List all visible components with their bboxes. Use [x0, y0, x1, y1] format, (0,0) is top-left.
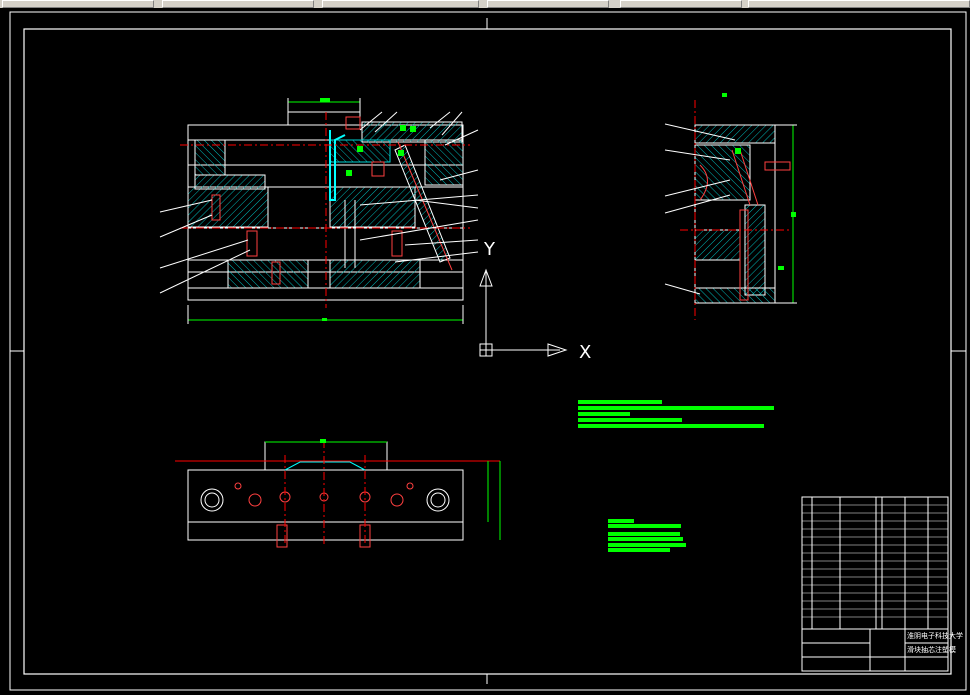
- ucs-y-label: Y: [483, 239, 496, 260]
- top-view[interactable]: [175, 439, 501, 548]
- main-section-view[interactable]: [159, 98, 479, 324]
- toolbar-segment-1[interactable]: [2, 0, 154, 8]
- side-section-view[interactable]: [664, 93, 797, 320]
- ucs-x-label: X: [579, 342, 591, 363]
- toolbar-segment-5[interactable]: [620, 0, 742, 8]
- technical-notes: [578, 400, 774, 428]
- title-block-school: 淮阴电子科技大学: [907, 631, 963, 640]
- parts-list-rows: [802, 504, 948, 618]
- technical-requirements: [608, 519, 686, 552]
- drawing-border: [9, 11, 967, 691]
- cad-drawing: X Y 淮阴电子科技大学 滑块抽芯注塑模: [9, 11, 967, 691]
- toolbar-segment-3[interactable]: [322, 0, 479, 8]
- title-block-drawing-name: 滑块抽芯注塑模: [907, 645, 956, 654]
- toolbar-segment-4[interactable]: [487, 0, 609, 8]
- ucs-icon: [479, 268, 568, 357]
- toolbar-segment-6[interactable]: [748, 0, 970, 8]
- drawing-canvas[interactable]: X Y 淮阴电子科技大学 滑块抽芯注塑模: [0, 8, 970, 695]
- toolbar-segment-2[interactable]: [162, 0, 314, 8]
